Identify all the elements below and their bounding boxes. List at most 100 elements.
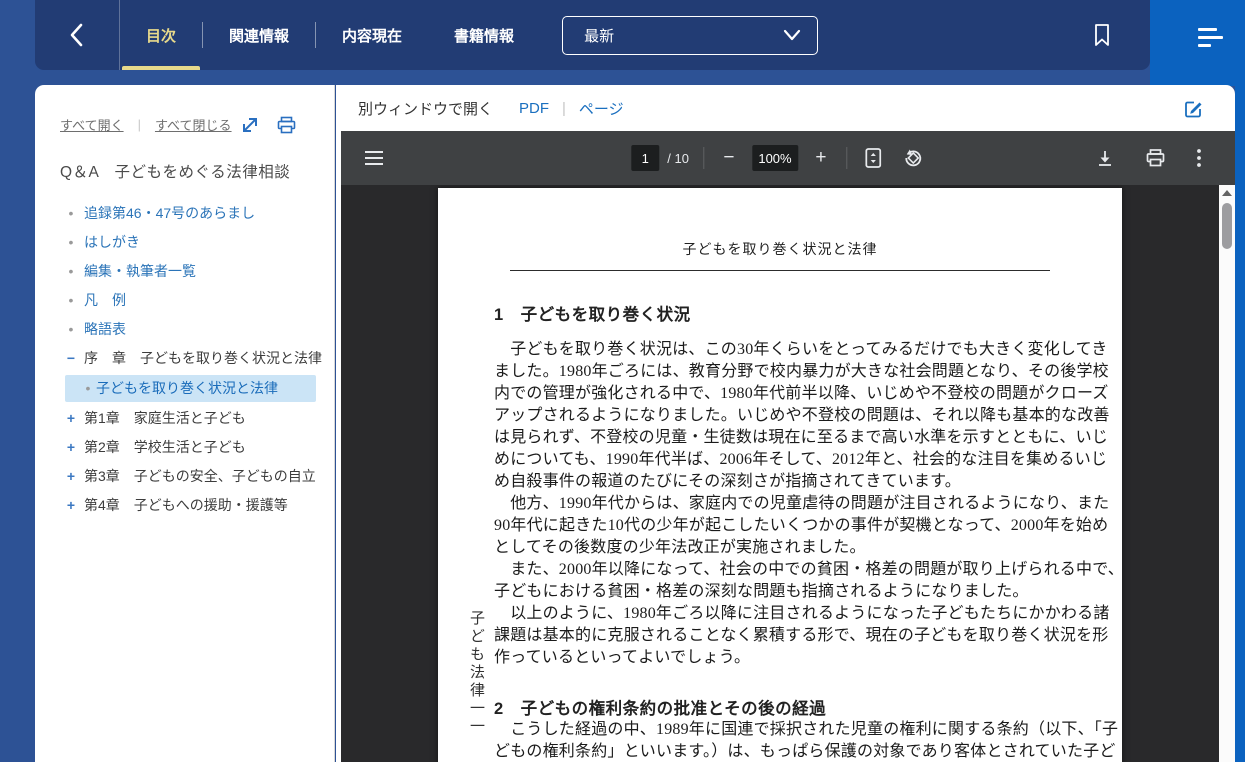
back-button[interactable] [35, 0, 120, 70]
version-dropdown[interactable]: 最新 [562, 16, 818, 55]
toc-link-item[interactable]: •略語表 [60, 315, 322, 344]
pdf-scrollbar[interactable] [1219, 185, 1235, 762]
page-body: 1 子どもを取り巻く状況 子どもを取り巻く状況は、この30年くらいをとってみるだ… [494, 301, 1088, 762]
menu-icon [1198, 28, 1217, 31]
annotate-button[interactable] [1184, 99, 1203, 118]
text-line: 課題は基本的に克服されることなく累積する形で、現在の子どもを取り巻く状況を形 [494, 625, 1088, 647]
scrollbar-thumb[interactable] [1222, 203, 1232, 249]
zoom-in-button[interactable]: + [810, 143, 832, 173]
spine-side-label: 子ども法律一一 [466, 610, 487, 736]
page-count-label: / 10 [667, 151, 689, 166]
pdf-menu-button[interactable] [361, 147, 387, 169]
page-view-link[interactable]: ページ [579, 98, 624, 119]
open-all-link[interactable]: すべて開く [60, 115, 124, 134]
rotate-ccw-icon [903, 148, 923, 168]
text-line: アップされるようになりました。いじめや不登校の問題は、それ以降も基本的な改善 [494, 405, 1088, 427]
toc-item-label: 第3章 子どもの安全、子どもの自立 [84, 468, 316, 484]
bullet-icon: • [62, 204, 80, 223]
toc-link-item[interactable]: •子どもを取り巻く状況と法律 [65, 375, 316, 402]
tab-current-contents[interactable]: 内容現在 [316, 0, 428, 70]
text-line: め自殺事件の報道のたびにその深刻さが指摘されてきています。 [494, 471, 1088, 493]
expand-diagonal-icon [241, 116, 259, 134]
more-options-button[interactable] [1193, 145, 1205, 171]
toc-list: •追録第46・47号のあらまし•はしがき•編集・執筆者一覧•凡 例•略語表−序 … [60, 199, 322, 520]
printer-icon [1146, 149, 1165, 167]
toc-link-item[interactable]: •はしがき [60, 228, 322, 257]
content-panel: 別ウィンドウで開く PDF | ページ 1 / 10 [336, 85, 1235, 762]
toc-link-item[interactable]: •追録第46・47号のあらまし [60, 199, 322, 228]
link-separator: | [562, 100, 566, 117]
toc-item-label: 凡 例 [84, 292, 126, 308]
content-header: 別ウィンドウで開く PDF | ページ [336, 85, 1235, 131]
text-line: こうした経過の中、1989年に国連で採択された児童の権利に関する条約（以下、「子 [494, 719, 1088, 741]
toc-item-label: 追録第46・47号のあらまし [84, 205, 255, 221]
toc-link-item[interactable]: •凡 例 [60, 286, 322, 315]
page-number-input[interactable]: 1 [631, 145, 659, 171]
pdf-viewer: 1 / 10 − 100% + [341, 131, 1235, 762]
toc-item-label: 略語表 [84, 321, 126, 337]
paragraph: 他方、1990年代からは、家庭内での児童虐待の問題が注目されるようになり、また9… [494, 493, 1088, 559]
text-line: 以上のように、1980年ごろ以降に注目されるようになった子どもたちにかかわる諸 [494, 603, 1088, 625]
toc-chapter-item[interactable]: +第4章 子どもへの援助・援護等 [60, 491, 322, 520]
toc-chapter-item[interactable]: +第1章 家庭生活と子ども [60, 404, 322, 433]
scroll-up-arrow[interactable] [1219, 185, 1235, 201]
chevron-down-icon [783, 29, 801, 41]
text-line: 子どもにおける貧困・格差の深刻な問題も指摘されるようになりました。 [494, 581, 1088, 603]
text-line: どもの権利条約」といいます。）は、もっぱら保護の対象であり客体とされていた子ど [494, 741, 1088, 762]
controls-separator: | [138, 117, 141, 132]
paragraph: こうした経過の中、1989年に国連で採択された児童の権利に関する条約（以下、「子… [494, 719, 1088, 762]
bullet-icon: • [79, 379, 97, 398]
expand-plus-icon[interactable]: + [62, 467, 80, 486]
section-heading: 1 子どもを取り巻く状況 [494, 301, 1088, 325]
expand-plus-icon[interactable]: + [62, 409, 80, 428]
toc-sidebar: すべて開く | すべて閉じる [35, 85, 335, 762]
top-header: 目次 関連情報 内容現在 書籍情報 最新 [35, 0, 1150, 70]
bullet-icon: • [62, 291, 80, 310]
open-in-new-window-label: 別ウィンドウで開く [358, 98, 493, 119]
tab-toc[interactable]: 目次 [120, 0, 202, 70]
book-title: Q＆A 子どもをめぐる法律相談 [60, 160, 322, 182]
print-toc-button[interactable] [277, 116, 296, 134]
toc-item-label: 編集・執筆者一覧 [84, 263, 196, 279]
pdf-page: 子どもを取り巻く状況と法律 1 子どもを取り巻く状況 子どもを取り巻く状況は、こ… [438, 188, 1122, 762]
text-line: また、2000年以降になって、社会の中での貧困・格差の問題が取り上げられる中で、 [494, 559, 1088, 581]
rotate-button[interactable] [899, 144, 927, 172]
text-line: 子どもを取り巻く状況は、この30年くらいをとってみるだけでも大きく変化してき [494, 339, 1088, 361]
toc-item-label: 序 章 子どもを取り巻く状況と法律 [84, 350, 322, 366]
app-menu-button[interactable] [1198, 28, 1223, 52]
toc-link-item[interactable]: •編集・執筆者一覧 [60, 257, 322, 286]
pdf-canvas-area: 子どもを取り巻く状況と法律 1 子どもを取り巻く状況 子どもを取り巻く状況は、こ… [341, 185, 1219, 762]
paragraph: また、2000年以降になって、社会の中での貧困・格差の問題が取り上げられる中で、… [494, 559, 1088, 603]
right-accent-strip [1235, 0, 1245, 762]
zoom-level-input[interactable]: 100% [752, 145, 798, 171]
print-pdf-button[interactable] [1142, 145, 1169, 171]
download-icon [1096, 149, 1114, 167]
collapse-minus-icon[interactable]: − [62, 349, 80, 368]
download-button[interactable] [1092, 145, 1118, 171]
bullet-icon: • [62, 262, 80, 281]
expand-plus-icon[interactable]: + [62, 496, 80, 515]
toc-chapter-item[interactable]: +第3章 子どもの安全、子どもの自立 [60, 462, 322, 491]
close-all-link[interactable]: すべて閉じる [155, 115, 232, 134]
expand-plus-icon[interactable]: + [62, 438, 80, 457]
zoom-out-button[interactable]: − [718, 143, 740, 173]
tab-related-info[interactable]: 関連情報 [203, 0, 315, 70]
printer-icon [277, 116, 296, 134]
fit-page-icon [865, 148, 881, 168]
bookmark-button[interactable] [1092, 0, 1112, 70]
fit-page-button[interactable] [861, 144, 885, 172]
text-line: ました。1980年ごろには、教育分野で校内暴力が大きな社会問題となり、その後学校 [494, 361, 1088, 383]
toc-chapter-item[interactable]: +第2章 学校生活と子ども [60, 433, 322, 462]
expand-panel-button[interactable] [241, 116, 259, 134]
pdf-link[interactable]: PDF [519, 100, 549, 117]
toc-controls: すべて開く | すべて閉じる [60, 115, 322, 134]
text-line: は見られず、不登校の児童・生徒数は現在に至るまで高い水準を示すとともに、いじ [494, 427, 1088, 449]
paragraph: 子どもを取り巻く状況は、この30年くらいをとってみるだけでも大きく変化してきまし… [494, 339, 1088, 493]
pdf-toolbar: 1 / 10 − 100% + [341, 131, 1235, 185]
header-rule [510, 270, 1050, 271]
toc-chapter-item[interactable]: −序 章 子どもを取り巻く状況と法律 [60, 344, 322, 373]
kebab-menu-icon [1197, 149, 1201, 167]
corner-menu-area [1150, 0, 1245, 86]
tab-book-info[interactable]: 書籍情報 [428, 0, 540, 70]
toc-item-label: 子どもを取り巻く状況と法律 [96, 380, 278, 396]
